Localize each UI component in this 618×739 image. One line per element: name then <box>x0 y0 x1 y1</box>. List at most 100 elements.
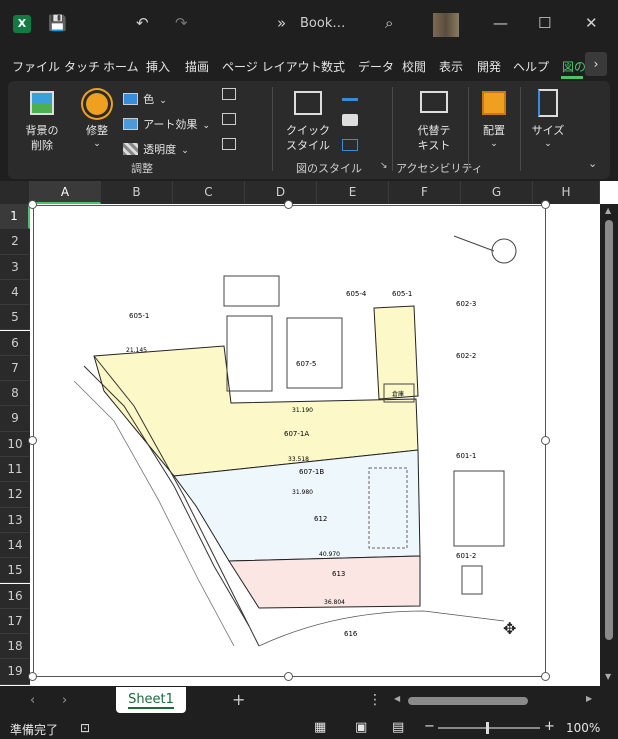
tab-page-layout[interactable]: ページ レイアウト <box>222 58 322 75</box>
close-icon[interactable]: ✕ <box>585 14 598 32</box>
zoom-level[interactable]: 100% <box>566 721 600 735</box>
redo-icon[interactable]: ↷ <box>175 14 188 32</box>
artistic-effects-button[interactable]: アート効果 ⌄ <box>123 113 210 131</box>
column-header-c[interactable]: C <box>173 181 245 204</box>
row-header[interactable]: 8 <box>0 381 30 407</box>
reset-picture-icon[interactable] <box>222 138 236 150</box>
minimize-icon[interactable]: — <box>493 14 508 32</box>
zoom-slider-thumb[interactable] <box>486 722 489 734</box>
row-header[interactable]: 13 <box>0 507 30 533</box>
row-header[interactable]: 16 <box>0 583 30 609</box>
vertical-scrollbar[interactable]: ▲ ▼ <box>600 204 618 686</box>
row-header[interactable]: 19 <box>0 659 30 685</box>
page-break-view-icon[interactable]: ▤ <box>392 720 404 735</box>
scroll-left-icon[interactable]: ◀ <box>394 694 400 703</box>
resize-handle[interactable] <box>28 672 37 681</box>
more-commands-icon[interactable]: » <box>277 14 286 32</box>
alt-text-button[interactable]: 代替テ キスト <box>406 87 462 157</box>
tab-touch[interactable]: タッチ <box>64 58 100 75</box>
zoom-in-icon[interactable]: + <box>544 719 555 734</box>
more-options-icon[interactable]: ⋮ <box>368 692 382 708</box>
compress-pictures-icon[interactable] <box>222 88 236 100</box>
dialog-launcher-icon[interactable]: ↘ <box>380 161 388 171</box>
row-header[interactable]: 11 <box>0 457 30 483</box>
collapse-ribbon-icon[interactable]: ⌄ <box>588 157 597 170</box>
tab-review[interactable]: 校閲 <box>402 58 426 75</box>
picture-border-icon[interactable] <box>342 89 358 101</box>
resize-handle[interactable] <box>284 672 293 681</box>
row-header[interactable]: 14 <box>0 532 30 559</box>
tab-insert[interactable]: 挿入 <box>146 58 170 75</box>
row-header[interactable]: 1 <box>0 204 30 230</box>
arrange-button[interactable]: 配置 ⌄ <box>476 87 512 157</box>
row-header[interactable]: 18 <box>0 634 30 660</box>
tab-developer[interactable]: 開発 <box>477 58 501 75</box>
resize-handle[interactable] <box>541 436 550 445</box>
column-header-d[interactable]: D <box>245 181 317 204</box>
row-header[interactable]: 17 <box>0 608 30 635</box>
resize-handle[interactable] <box>28 436 37 445</box>
next-sheet-icon[interactable]: › <box>62 693 67 708</box>
previous-sheet-icon[interactable]: ‹ <box>30 693 35 708</box>
row-header[interactable]: 4 <box>0 279 30 306</box>
column-header-f[interactable]: F <box>389 181 461 204</box>
tab-view[interactable]: 表示 <box>439 58 463 75</box>
add-sheet-icon[interactable]: + <box>232 690 245 709</box>
select-all-corner[interactable] <box>0 181 30 204</box>
site-plan-picture[interactable]: 21.145 31.190 33.518 31.980 40.970 36.80… <box>33 205 546 677</box>
quick-styles-button[interactable]: クイック スタイル <box>284 87 332 157</box>
zoom-out-icon[interactable]: − <box>424 719 435 734</box>
tab-draw[interactable]: 描画 <box>185 58 209 75</box>
accessibility-icon[interactable]: ⊡ <box>80 721 90 735</box>
resize-handle[interactable] <box>284 200 293 209</box>
remove-background-button[interactable]: 背景の 削除 <box>20 87 64 157</box>
maximize-icon[interactable]: ☐ <box>538 14 551 32</box>
horizontal-scroll-thumb[interactable] <box>408 697 528 705</box>
sheet-tab-sheet1[interactable]: Sheet1 <box>116 687 186 713</box>
normal-view-icon[interactable]: ▦ <box>314 720 326 735</box>
tab-data[interactable]: データ <box>358 58 394 75</box>
worksheet-grid[interactable]: A B C D E F G H 1 2 3 4 5 6 7 8 9 10 11 12 13 14 15 16 1… <box>0 181 618 686</box>
transparency-button[interactable]: 透明度 ⌄ <box>123 138 189 156</box>
row-header[interactable]: 6 <box>0 330 30 356</box>
scroll-down-icon[interactable]: ▼ <box>605 672 611 681</box>
resize-handle[interactable] <box>541 672 550 681</box>
column-header-e[interactable]: E <box>317 181 389 204</box>
column-header-b[interactable]: B <box>101 181 173 204</box>
scroll-up-icon[interactable]: ▲ <box>605 206 611 215</box>
row-header[interactable]: 10 <box>0 431 30 457</box>
tab-home[interactable]: ホーム <box>103 58 139 75</box>
tab-scroll-right-button[interactable]: › <box>585 52 607 76</box>
row-header[interactable]: 15 <box>0 558 30 584</box>
row-header[interactable]: 9 <box>0 406 30 432</box>
row-header[interactable]: 12 <box>0 482 30 508</box>
picture-effects-icon[interactable] <box>342 114 358 126</box>
change-picture-icon[interactable] <box>222 113 236 125</box>
zoom-slider[interactable] <box>438 722 540 734</box>
row-header[interactable]: 5 <box>0 305 30 331</box>
vertical-scroll-thumb[interactable] <box>605 220 613 640</box>
resize-handle[interactable] <box>28 200 37 209</box>
column-header-g[interactable]: G <box>461 181 533 204</box>
row-header[interactable]: 2 <box>0 229 30 255</box>
undo-icon[interactable]: ↶ <box>136 14 149 32</box>
tab-file[interactable]: ファイル <box>12 58 60 75</box>
search-icon[interactable]: ⌕ <box>385 14 393 32</box>
row-header[interactable]: 3 <box>0 254 30 280</box>
color-button[interactable]: 色 ⌄ <box>123 88 167 106</box>
resize-handle[interactable] <box>541 200 550 209</box>
corrections-button[interactable]: 修整 ⌄ <box>80 87 114 157</box>
row-header[interactable]: 7 <box>0 355 30 382</box>
column-header-a[interactable]: A <box>30 181 101 204</box>
scroll-right-icon[interactable]: ▶ <box>586 694 592 703</box>
tab-formulas[interactable]: 数式 <box>321 58 345 75</box>
horizontal-scrollbar[interactable]: ◀ ▶ <box>394 694 596 707</box>
tab-picture-format[interactable]: 図の <box>562 58 586 75</box>
page-layout-view-icon[interactable]: ▣ <box>355 720 367 735</box>
size-button[interactable]: サイズ ⌄ <box>528 87 568 157</box>
tab-help[interactable]: ヘルプ <box>513 58 549 75</box>
save-icon[interactable]: 💾 <box>48 14 67 32</box>
picture-layout-icon[interactable] <box>342 139 358 151</box>
avatar[interactable] <box>433 13 459 37</box>
svg-text:40.970: 40.970 <box>319 551 340 558</box>
